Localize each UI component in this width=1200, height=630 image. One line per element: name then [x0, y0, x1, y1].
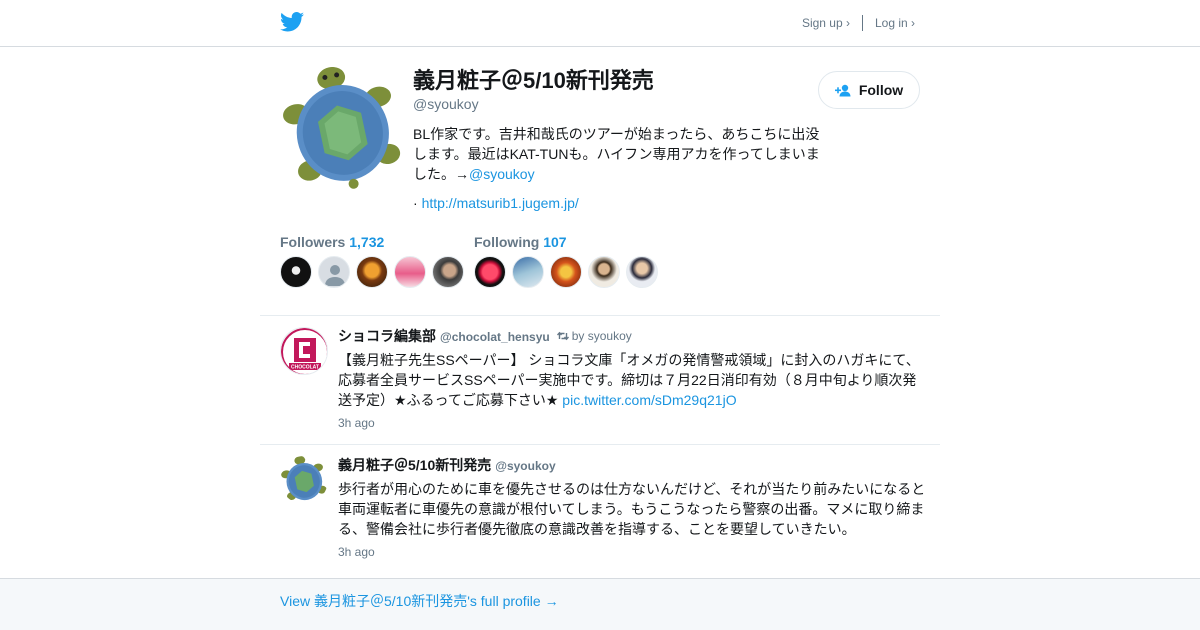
tweet-author-handle[interactable]: @chocolat_hensyu: [440, 328, 550, 346]
following-avatars: [474, 256, 664, 288]
profile-avatar[interactable]: [280, 67, 404, 191]
following-avatar[interactable]: [626, 256, 658, 288]
view-full-profile-link[interactable]: View 義月粧子＠5/10新刊発売's full profile →: [280, 591, 559, 611]
follower-avatar[interactable]: [318, 256, 350, 288]
following-avatar[interactable]: [512, 256, 544, 288]
profile-bio: BL作家です。吉井和哉氏のツアーが始まったら、あちこちに出没します。最近はKAT…: [413, 124, 823, 184]
tweet-timestamp[interactable]: 3h ago: [338, 544, 930, 560]
tweet-author-handle[interactable]: @syoukoy: [495, 457, 555, 475]
top-nav: Sign up › Log in ›: [802, 15, 915, 31]
add-user-icon: [834, 84, 851, 96]
profile-info: 義月粧子＠5/10新刊発売 @syoukoy BL作家です。吉井和哉氏のツアーが…: [413, 67, 823, 213]
tweet-text: 歩行者が用心のために車を優先させるのは仕方ないんだけど、それが当たり前みたいにな…: [338, 481, 926, 537]
profile-handle: @syoukoy: [413, 96, 479, 112]
followers-avatars: [280, 256, 470, 288]
tweet-avatar[interactable]: CHOCOLAT: [280, 327, 328, 375]
tweet-body: 義月粧子＠5/10新刊発売 @syoukoy 歩行者が用心のために車を優先させる…: [338, 456, 930, 560]
profile-website-link[interactable]: http://matsurib1.jugem.jp/: [422, 195, 579, 211]
tweet-avatar[interactable]: [280, 456, 328, 504]
twitter-bird-icon[interactable]: [280, 11, 304, 33]
top-bar: Sign up › Log in ›: [0, 0, 1200, 47]
tweet-divider: [260, 444, 940, 445]
chocolat-logo-text: CHOCOLAT: [291, 365, 319, 371]
login-link[interactable]: Log in ›: [875, 16, 915, 30]
following-label: Following: [474, 234, 540, 250]
follower-avatar[interactable]: [394, 256, 426, 288]
following-section: Following 107: [474, 234, 664, 288]
followers-section: Followers 1,732: [280, 234, 470, 288]
url-prefix: ·: [413, 195, 422, 211]
followers-count: 1,732: [349, 234, 385, 250]
retweet-indicator: by syoukoy: [556, 327, 632, 345]
nav-divider: [861, 15, 863, 31]
tweet-header: ショコラ編集部 @chocolat_hensyu by syoukoy: [338, 327, 930, 346]
tweet-timestamp[interactable]: 3h ago: [338, 415, 930, 431]
tweet-author-name[interactable]: ショコラ編集部: [338, 327, 436, 345]
tweet-author-name[interactable]: 義月粧子＠5/10新刊発売: [338, 456, 491, 474]
bio-mention-link[interactable]: @syoukoy: [469, 166, 535, 182]
following-count: 107: [543, 234, 567, 250]
follower-avatar[interactable]: [280, 256, 312, 288]
follower-avatar[interactable]: [356, 256, 388, 288]
follow-label: Follow: [858, 82, 904, 98]
following-avatar[interactable]: [550, 256, 582, 288]
following-avatar[interactable]: [588, 256, 620, 288]
signup-link[interactable]: Sign up ›: [802, 16, 850, 30]
follow-button[interactable]: Follow: [818, 71, 920, 109]
tweet-header: 義月粧子＠5/10新刊発売 @syoukoy: [338, 456, 930, 475]
follower-avatar[interactable]: [432, 256, 464, 288]
footer-bar: View 義月粧子＠5/10新刊発売's full profile →: [0, 578, 1200, 630]
followers-label: Followers: [280, 234, 346, 250]
section-divider: [260, 315, 940, 316]
following-avatar[interactable]: [474, 256, 506, 288]
following-stat[interactable]: Following 107: [474, 234, 664, 250]
profile-name: 義月粧子＠5/10新刊発売: [413, 68, 654, 93]
turtle-avatar-icon: [281, 456, 327, 501]
retweet-icon: [556, 331, 569, 341]
followers-stat[interactable]: Followers 1,732: [280, 234, 470, 250]
tweet-text: 【義月粧子先生SSペーパー】 ショコラ文庫「オメガの発情警戒領域」に封入のハガキ…: [338, 350, 930, 410]
tweet-media-link[interactable]: pic.twitter.com/sDm29q21jO: [562, 392, 736, 408]
retweet-by-text: by syoukoy: [571, 329, 632, 343]
profile-url: · http://matsurib1.jugem.jp/: [413, 193, 823, 213]
tweet-body: ショコラ編集部 @chocolat_hensyu by syoukoy 【義月粧…: [338, 327, 930, 431]
chocolat-logo-icon: CHOCOLAT: [281, 328, 327, 374]
